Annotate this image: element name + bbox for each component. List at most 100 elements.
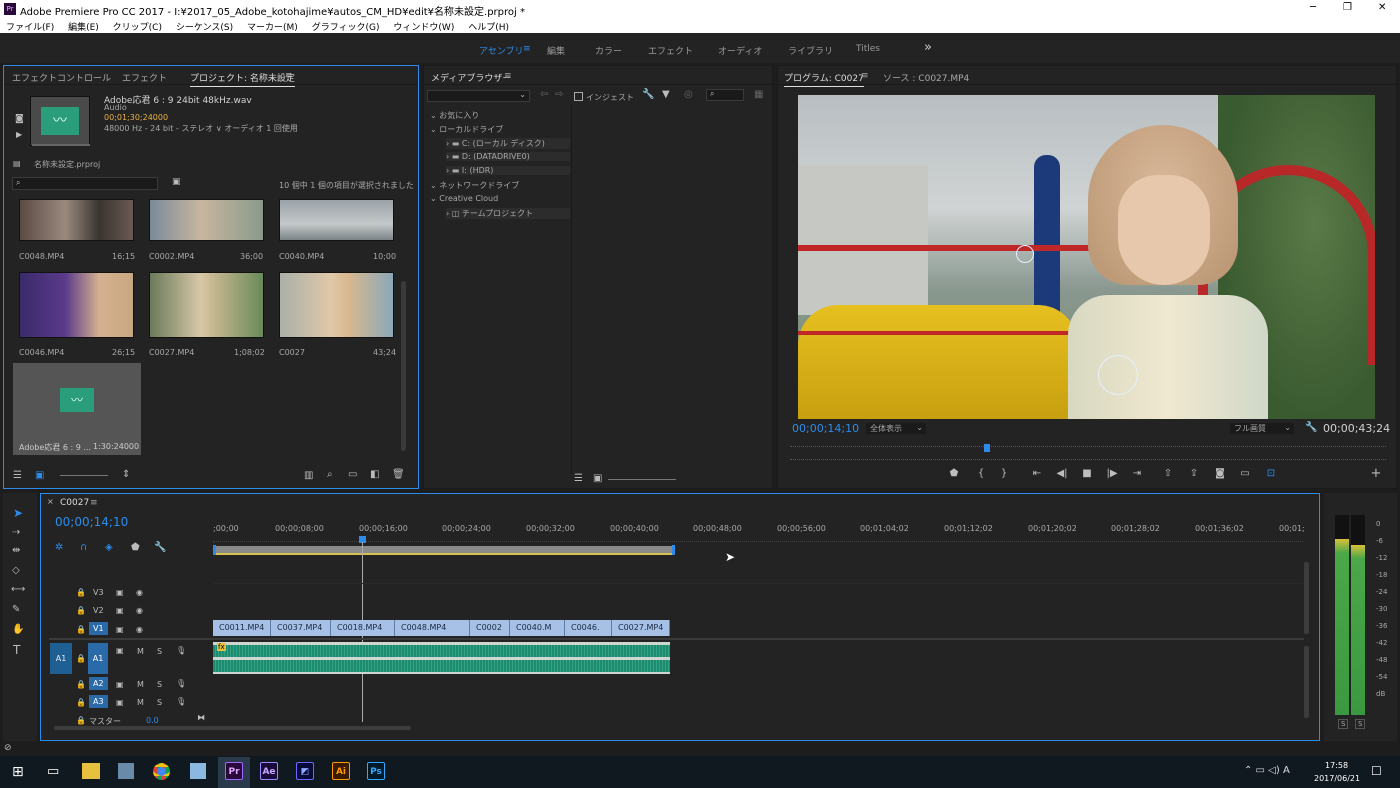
type-tool-icon[interactable]: T [13,644,20,656]
status-icon[interactable]: ⊘ [4,744,12,753]
work-area-bar[interactable] [213,546,675,555]
menu-edit[interactable]: 編集(E) [68,23,99,33]
solo-button[interactable]: S [157,680,162,689]
film-icon[interactable]: ▣ [116,606,124,615]
panel-menu-icon[interactable]: ≡ [90,498,98,508]
sync-icon[interactable]: ▣ [116,646,124,655]
vr-icon[interactable]: ⊡ [1264,468,1278,479]
stop-icon[interactable]: ■ [1080,468,1094,479]
program-playhead[interactable] [983,444,990,452]
meter-solo-right[interactable]: S [1355,719,1366,729]
go-to-out-icon[interactable]: ⧓ [197,713,205,722]
expand-icon[interactable]: ▦ [754,90,763,100]
work-area-out-handle[interactable] [672,545,675,555]
export-frame-camera-icon[interactable]: ◙ [1213,468,1227,479]
tab-effect-controls[interactable]: エフェクトコントロール [12,71,111,84]
timeline-clip[interactable]: C0046. [565,620,612,636]
slip-tool-icon[interactable]: ⟷ [11,585,25,595]
hand-tool-icon[interactable]: ✋ [12,625,24,635]
eye-icon[interactable]: ◉ [136,588,143,597]
nest-icon[interactable]: ✲ [55,543,63,553]
timeline-clip[interactable]: C0040.M [510,620,565,636]
step-back-icon[interactable]: ◀| [1055,468,1069,479]
workspace-edit[interactable]: 編集 [547,44,565,57]
menu-window[interactable]: ウィンドウ(W) [393,23,454,33]
timeline-clip[interactable]: C0048.MP4 [395,620,470,636]
clip-thumb-c0046[interactable] [19,272,134,338]
eye-icon[interactable]: ◉ [136,625,143,634]
track-label-a2[interactable]: A2 [89,677,108,690]
solo-button[interactable]: S [157,698,162,707]
ingest-checkbox[interactable] [574,92,583,101]
timeline-timecode[interactable]: 00;00;14;10 [55,515,128,529]
tree-item-team[interactable]: › ◫ チームプロジェクト [446,208,570,219]
clock-date[interactable]: 2017/06/21 [1314,774,1360,783]
tab-effects[interactable]: エフェクト [122,71,167,84]
lock-icon[interactable]: 🔒 [76,680,86,689]
source-patch-a1[interactable]: A1 [50,643,72,674]
maximize-button[interactable]: ❐ [1343,2,1352,13]
solo-button[interactable]: S [157,647,162,656]
lock-icon[interactable]: 🔒 [76,606,86,615]
timeline-ruler[interactable]: ;00;00 00;00;08;00 00;00;16;00 00;00;24;… [213,520,1305,542]
lock-icon[interactable]: 🔒 [76,716,86,725]
tab-source[interactable]: ソース : C0027.MP4 [883,71,969,84]
snap-icon[interactable]: ∩ [80,543,87,553]
lock-icon[interactable]: 🔒 [76,625,86,634]
sort-icon[interactable]: ⇕ [122,470,130,480]
camera-icon[interactable]: ◙ [15,115,24,124]
tree-item-drive[interactable]: › ▬ D: (DATADRIVE0) [446,152,570,161]
timeline-settings-wrench-icon[interactable]: 🔧 [154,543,166,553]
workspace-titles[interactable]: Titles [856,44,880,54]
notes-icon[interactable] [190,763,206,779]
pen-tool-icon[interactable]: ✎ [12,605,20,615]
workspace-more-icon[interactable]: » [924,40,932,55]
master-value[interactable]: 0.0 [146,716,159,725]
razor-tool-icon[interactable]: ◇ [12,566,20,576]
track-label-a1[interactable]: A1 [88,643,108,674]
menu-clip[interactable]: クリップ(C) [113,23,162,33]
workspace-audio[interactable]: オーディオ [718,44,762,57]
lock-icon[interactable]: 🔒 [76,588,86,597]
lift-icon[interactable]: ⇧ [1161,468,1175,479]
panel-menu-icon[interactable]: ≡ [285,71,293,81]
tree-item[interactable]: ⌄ Creative Cloud [430,194,498,203]
program-timecode[interactable]: 00;00;14;10 [792,422,859,435]
menu-graphics[interactable]: グラフィック(G) [312,23,380,33]
timeline-clip[interactable]: C0011.MP4 [213,620,271,636]
photoshop-taskbar-icon[interactable]: Ps [367,762,385,780]
work-area-in-handle[interactable] [213,545,216,555]
tree-item-drive[interactable]: › ▬ I: (HDR) [446,166,570,175]
mute-button[interactable]: M [137,680,144,689]
after-effects-taskbar-icon[interactable]: Ae [260,762,278,780]
clip-thumb-c0048[interactable] [19,199,134,241]
safe-margins-icon[interactable]: ▭ [1238,468,1252,479]
eye-icon[interactable]: ◉ [136,606,143,615]
list-view-icon[interactable]: ☰ [13,471,22,481]
media-search-input[interactable]: ⌕ [706,89,744,101]
workspace-assembly[interactable]: アセンブリ [479,44,524,57]
new-bin-from-search-icon[interactable]: ▣ [172,178,181,187]
timeline-vscroll-audio[interactable] [1304,646,1309,718]
panel-menu-icon[interactable]: ≡ [861,71,869,81]
settings-wrench-icon[interactable]: 🔧 [1305,423,1317,433]
windows-start-icon[interactable]: ⊞ [12,764,24,780]
forward-icon[interactable]: ⇨ [555,90,563,100]
tree-item[interactable]: ⌄ お気に入り [430,110,479,121]
timeline-hscroll[interactable] [54,726,411,730]
filter-icon[interactable]: ▼ [662,90,670,100]
illustrator-taskbar-icon[interactable]: Ai [332,762,350,780]
sequence-thumb-c0027[interactable] [279,272,394,338]
sync-icon[interactable]: ▣ [116,680,124,689]
mic-icon[interactable]: 🎙 [176,646,186,655]
close-tab-icon[interactable]: × [47,498,54,506]
store-icon[interactable] [118,763,134,779]
add-marker-icon[interactable]: ⬟ [947,468,961,479]
lock-icon[interactable]: 🔒 [76,698,86,707]
timeline-clip[interactable]: C0002 [470,620,510,636]
project-scrollbar[interactable] [401,281,406,451]
clip-thumb-c0040[interactable] [279,199,394,241]
track-select-tool-icon[interactable]: ⇢ [12,528,20,538]
back-icon[interactable]: ⇦ [540,90,548,100]
quality-dropdown[interactable]: フル画質 ⌄ [1230,423,1294,434]
